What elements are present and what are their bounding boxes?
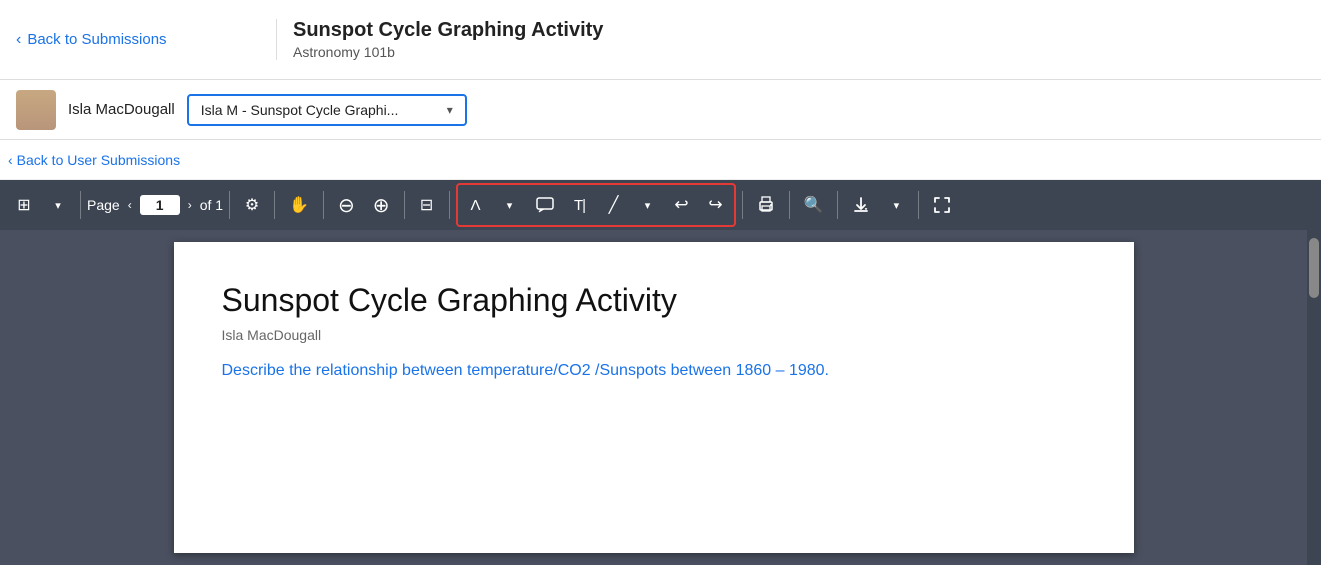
toolbar-divider-2 xyxy=(229,191,230,219)
annotate-button[interactable]: Λ xyxy=(460,187,492,223)
view-mode-button[interactable]: ⊞ xyxy=(8,187,40,223)
search-button[interactable]: 🔍 xyxy=(796,187,832,223)
annotation-group: Λ ▾ T| ╱ ▾ ↩ ↪ xyxy=(456,183,736,227)
page-label: Page xyxy=(87,197,120,213)
pdf-question-text: Describe the relationship between temper… xyxy=(222,359,1086,383)
main-area: Sunspot Cycle Graphing Activity Isla Mac… xyxy=(0,230,1321,565)
toolbar-divider-4 xyxy=(323,191,324,219)
redo-button[interactable]: ↪ xyxy=(700,187,732,223)
download-dropdown-button[interactable]: ▾ xyxy=(880,187,912,223)
next-page-button[interactable]: › xyxy=(184,196,196,214)
page-title: Sunspot Cycle Graphing Activity xyxy=(293,19,1305,42)
undo-button[interactable]: ↩ xyxy=(666,187,698,223)
fullscreen-button[interactable] xyxy=(925,187,959,223)
back-user-row: ‹ Back to User Submissions xyxy=(0,140,1321,180)
chevron-down-icon: ▾ xyxy=(447,103,453,117)
text-tool-button[interactable]: T| xyxy=(564,187,596,223)
page-navigation: Page ‹ › of 1 xyxy=(87,195,223,215)
pdf-document-author: Isla MacDougall xyxy=(222,327,1086,343)
split-view-button[interactable]: ⊟ xyxy=(411,187,443,223)
toolbar-divider-9 xyxy=(837,191,838,219)
toolbar-divider-1 xyxy=(80,191,81,219)
avatar xyxy=(16,90,56,130)
header: ‹ Back to Submissions Sunspot Cycle Grap… xyxy=(0,0,1321,80)
page-number-input[interactable] xyxy=(140,195,180,215)
comment-button[interactable] xyxy=(528,187,562,223)
toolbar-divider-10 xyxy=(918,191,919,219)
scrollbar-thumb[interactable] xyxy=(1309,238,1319,298)
toolbar-divider-5 xyxy=(404,191,405,219)
print-button[interactable] xyxy=(749,187,783,223)
draw-tool-button[interactable]: ╱ xyxy=(598,187,630,223)
download-button[interactable] xyxy=(844,187,878,223)
annotate-dropdown-button[interactable]: ▾ xyxy=(494,187,526,223)
user-row: Isla MacDougall Isla M - Sunspot Cycle G… xyxy=(0,80,1321,140)
zoom-out-button[interactable]: ⊖ xyxy=(330,187,363,223)
pdf-container[interactable]: Sunspot Cycle Graphing Activity Isla Mac… xyxy=(0,230,1307,565)
chevron-left-icon: ‹ xyxy=(8,152,13,168)
scrollbar-track[interactable] xyxy=(1307,230,1321,565)
page-subtitle: Astronomy 101b xyxy=(293,44,1305,60)
pdf-document-title: Sunspot Cycle Graphing Activity xyxy=(222,282,1086,319)
user-name-label: Isla MacDougall xyxy=(68,101,175,118)
back-user-submissions-label: Back to User Submissions xyxy=(17,152,180,168)
toolbar-divider-8 xyxy=(789,191,790,219)
page-of-label: of 1 xyxy=(200,197,223,213)
submission-dropdown[interactable]: Isla M - Sunspot Cycle Graphi... ▾ xyxy=(187,94,467,126)
draw-dropdown-button[interactable]: ▾ xyxy=(632,187,664,223)
header-title-block: Sunspot Cycle Graphing Activity Astronom… xyxy=(276,19,1305,60)
zoom-in-button[interactable]: ⊕ xyxy=(365,187,398,223)
toolbar: ⊞ ▾ Page ‹ › of 1 ⚙ ✋ ⊖ ⊕ ⊟ Λ ▾ T| xyxy=(0,180,1321,230)
view-mode-dropdown-button[interactable]: ▾ xyxy=(42,187,74,223)
settings-button[interactable]: ⚙ xyxy=(236,187,268,223)
back-user-submissions-link[interactable]: ‹ Back to User Submissions xyxy=(8,152,180,168)
prev-page-button[interactable]: ‹ xyxy=(124,196,136,214)
grab-tool-button[interactable]: ✋ xyxy=(281,187,317,223)
pdf-page: Sunspot Cycle Graphing Activity Isla Mac… xyxy=(174,242,1134,553)
back-to-submissions-label: Back to Submissions xyxy=(27,31,166,48)
back-to-submissions-link[interactable]: ‹ Back to Submissions xyxy=(16,31,276,49)
toolbar-divider-3 xyxy=(274,191,275,219)
submission-dropdown-label: Isla M - Sunspot Cycle Graphi... xyxy=(201,102,399,118)
chevron-left-icon: ‹ xyxy=(16,31,21,49)
toolbar-divider-6 xyxy=(449,191,450,219)
toolbar-divider-7 xyxy=(742,191,743,219)
